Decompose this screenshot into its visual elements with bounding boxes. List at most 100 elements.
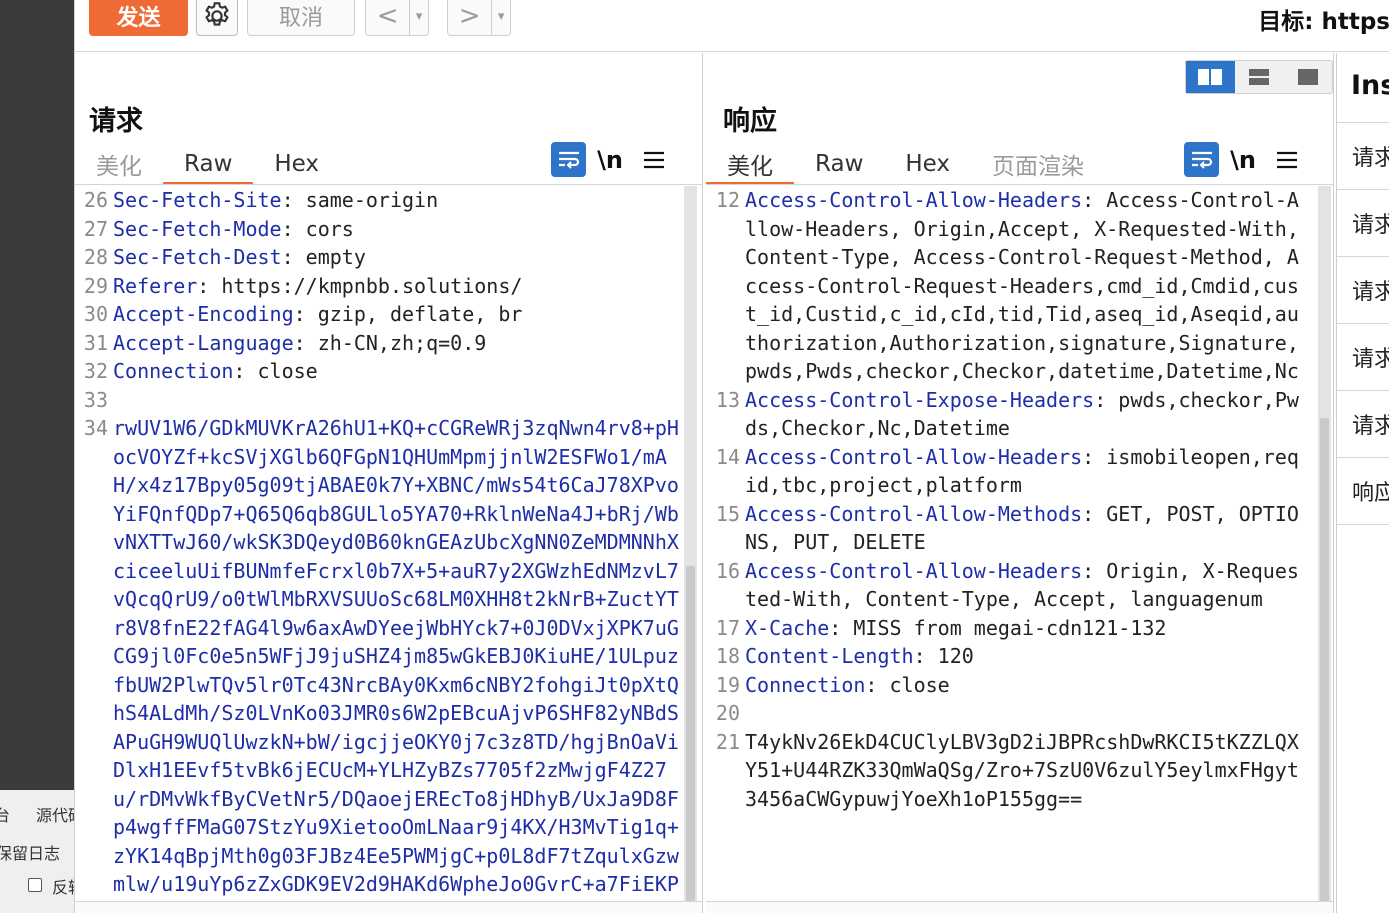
- inspector-item[interactable]: 请求: [1337, 122, 1389, 189]
- header-line: 32 Connection: close: [75, 357, 702, 386]
- header-separator: :: [865, 672, 890, 697]
- request-editor[interactable]: 26 Sec-Fetch-Site: same-origin 27 Sec-Fetch…: [75, 186, 702, 913]
- request-tools: \n: [551, 142, 674, 177]
- request-wrap-button[interactable]: [551, 142, 586, 177]
- request-tab-raw[interactable]: Raw: [163, 145, 254, 185]
- layout-single-button[interactable]: [1283, 61, 1332, 93]
- wrap-lines-icon: [1191, 151, 1212, 169]
- forward-dropdown-icon[interactable]: ▾: [491, 0, 510, 35]
- response-tab-render[interactable]: 页面渲染: [971, 145, 1105, 183]
- request-tab-pretty[interactable]: 美化: [75, 145, 163, 183]
- request-title: 请求: [89, 106, 143, 137]
- wrap-lines-icon: [558, 151, 579, 169]
- inspector-item[interactable]: 请求: [1337, 323, 1389, 390]
- target-label[interactable]: 目标: https: [1258, 2, 1389, 36]
- request-scroll-thumb[interactable]: [686, 566, 695, 901]
- line-number: 14: [715, 444, 740, 469]
- toolbar: 发送 取消 < ▾ > ▾ 目标: https: [75, 0, 1389, 52]
- inspector-title: Ins: [1351, 70, 1389, 101]
- settings-button[interactable]: [196, 0, 238, 36]
- inspector-item[interactable]: 请求: [1337, 189, 1389, 256]
- header-separator: :: [281, 188, 306, 212]
- hamburger-menu-icon: [1277, 151, 1297, 168]
- header-value: Access-Control-Allow-Headers, Origin,Acc…: [745, 188, 1311, 383]
- response-scroll-thumb[interactable]: [1320, 418, 1329, 901]
- response-editor[interactable]: 12 Access-Control-Allow-Headers: Access-C…: [706, 186, 1333, 813]
- forward-button[interactable]: > ▾: [447, 0, 511, 36]
- layout-stacked-button[interactable]: [1235, 61, 1284, 93]
- header-value: cors: [305, 216, 354, 241]
- line-number: 17: [715, 615, 740, 640]
- request-scrollbar[interactable]: [684, 186, 697, 901]
- request-tabs-divider: [75, 184, 702, 185]
- line-number: 18: [715, 644, 740, 668]
- response-tab-pretty[interactable]: 美化: [706, 145, 794, 185]
- header-line: 15 Access-Control-Allow-Methods: GET, POS…: [706, 500, 1333, 557]
- background-devtools-strip: 台 源代码 保留日志 反转: [0, 0, 84, 913]
- line-number: 27: [83, 216, 108, 241]
- header-value: close: [257, 359, 318, 383]
- inspector-item[interactable]: 响应: [1337, 457, 1389, 524]
- header-line: 14 Access-Control-Allow-Headers: ismobile…: [706, 443, 1333, 500]
- response-tools: \n: [1184, 142, 1307, 177]
- response-tab-raw[interactable]: Raw: [794, 145, 884, 183]
- response-newline-toggle[interactable]: \n: [1219, 146, 1267, 174]
- line-number: 13: [715, 387, 740, 412]
- header-separator: :: [233, 359, 258, 383]
- header-value: close: [889, 672, 950, 697]
- request-menu-button[interactable]: [634, 150, 674, 170]
- response-tab-hex[interactable]: Hex: [884, 145, 971, 183]
- reverse-checkbox[interactable]: [28, 878, 42, 892]
- header-name: Access-Control-Expose-Headers: [745, 387, 1095, 412]
- inspector-item[interactable]: 请求: [1337, 390, 1389, 457]
- request-tab-hex[interactable]: Hex: [253, 145, 340, 183]
- header-separator: :: [829, 615, 854, 640]
- header-line: 27 Sec-Fetch-Mode: cors: [75, 215, 702, 244]
- line-number: 12: [715, 188, 740, 212]
- line-number: 30: [83, 302, 108, 326]
- back-arrow-icon: <: [376, 1, 399, 31]
- header-name: Sec-Fetch-Site: [113, 188, 282, 212]
- header-content: Referer: https://kmpnbb.solutions/: [108, 272, 680, 301]
- header-content: Accept-Encoding: gzip, deflate, br: [108, 300, 680, 329]
- repeater-window: 发送 取消 < ▾ > ▾ 目标: https 请求 美化 Raw Hex \n…: [74, 0, 1389, 913]
- header-name: Access-Control-Allow-Methods: [745, 501, 1083, 526]
- header-separator: :: [913, 644, 938, 668]
- response-wrap-button[interactable]: [1184, 142, 1219, 177]
- inspector-item[interactable]: 请求: [1337, 256, 1389, 323]
- header-content: Access-Control-Allow-Headers: Origin, X-…: [740, 557, 1310, 614]
- back-dropdown-icon[interactable]: ▾: [409, 0, 428, 35]
- preserve-log-label[interactable]: 保留日志: [0, 840, 60, 864]
- console-tab-label[interactable]: 台: [0, 802, 10, 826]
- header-name: X-Cache: [745, 615, 830, 640]
- cancel-button[interactable]: 取消: [247, 0, 355, 36]
- response-scrollbar[interactable]: [1318, 186, 1331, 901]
- header-value: MISS from megai-cdn121-132: [853, 615, 1167, 640]
- header-content: Content-Length: 120: [740, 642, 1310, 671]
- header-separator: :: [1082, 444, 1095, 469]
- line-number: 20: [715, 701, 740, 725]
- header-separator: :: [1082, 501, 1107, 526]
- header-content: Sec-Fetch-Site: same-origin: [108, 186, 680, 215]
- header-content: Accept-Language: zh-CN,zh;q=0.9: [108, 329, 680, 358]
- header-separator: :: [281, 245, 306, 269]
- header-content: Sec-Fetch-Dest: empty: [108, 243, 680, 272]
- header-line: 26 Sec-Fetch-Site: same-origin: [75, 186, 702, 215]
- header-name: Access-Control-Allow-Headers: [745, 188, 1083, 212]
- header-line: 28 Sec-Fetch-Dest: empty: [75, 243, 702, 272]
- request-search-bar: [75, 901, 702, 913]
- header-separator: :: [197, 273, 222, 298]
- line-number: 26: [83, 188, 108, 212]
- header-line: 20: [706, 699, 1333, 728]
- header-content: [740, 699, 1310, 728]
- header-value: 120: [937, 644, 974, 668]
- response-tabs-divider: [706, 184, 1333, 185]
- header-line: 16 Access-Control-Allow-Headers: Origin, …: [706, 557, 1333, 614]
- request-newline-toggle[interactable]: \n: [586, 146, 634, 174]
- response-menu-button[interactable]: [1267, 150, 1307, 170]
- header-value: https://kmpnbb.solutions/: [221, 273, 523, 298]
- back-button[interactable]: < ▾: [365, 0, 429, 36]
- layout-side-by-side-button[interactable]: [1186, 61, 1235, 93]
- send-button[interactable]: 发送: [89, 0, 188, 36]
- header-separator: :: [281, 216, 306, 241]
